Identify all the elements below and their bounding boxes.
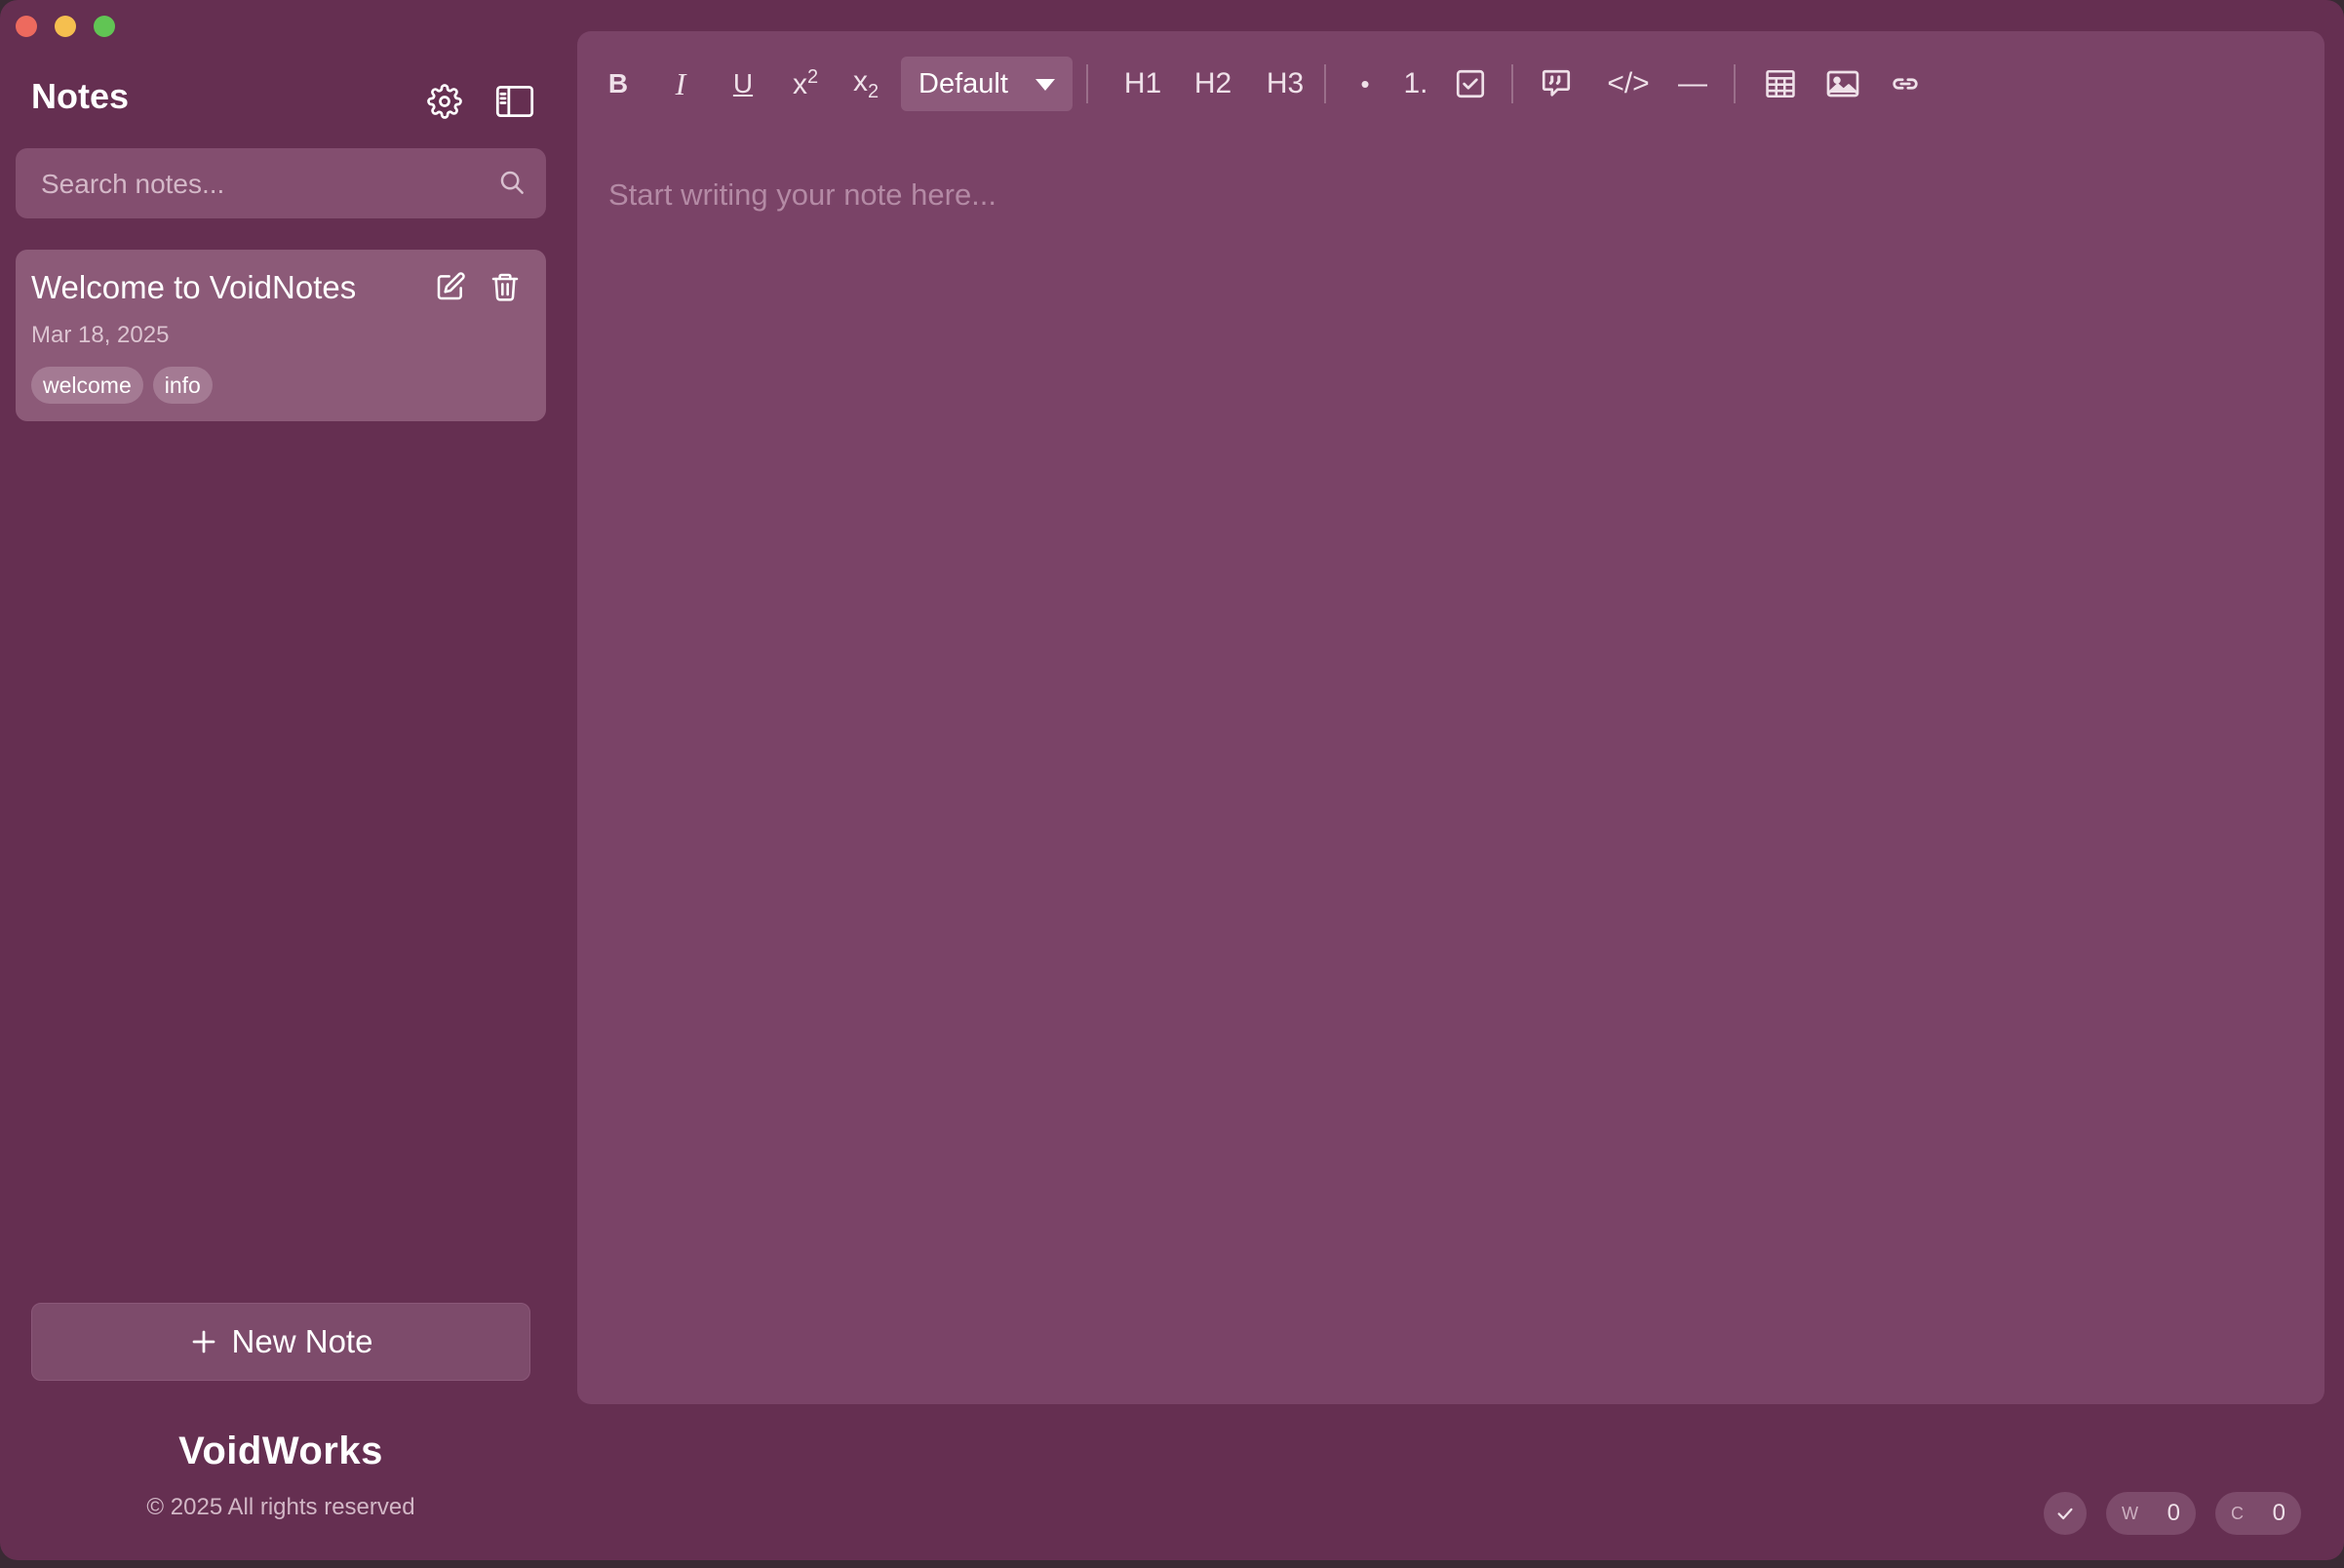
search-box: [16, 148, 546, 220]
code-block-button[interactable]: </>: [1599, 57, 1658, 111]
brand-name: VoidWorks: [178, 1430, 383, 1472]
saved-status-indicator: [2044, 1492, 2087, 1535]
delete-note-button[interactable]: [489, 271, 525, 306]
insert-link-button[interactable]: [1882, 57, 1929, 111]
note-tags: welcome info: [31, 367, 213, 404]
font-style-select[interactable]: Default: [901, 57, 1073, 111]
copyright-text: © 2025 All rights reserved: [146, 1494, 415, 1520]
character-count-value: 0: [2272, 1500, 2285, 1526]
note-list-item[interactable]: Welcome to VoidNotes Mar 18, 2025 welcom…: [16, 250, 546, 421]
settings-button[interactable]: [421, 78, 468, 125]
underline-button[interactable]: U: [723, 57, 762, 111]
chevron-down-icon: [1035, 79, 1055, 91]
tag-info[interactable]: info: [152, 367, 213, 404]
checkbox-icon: [1456, 69, 1485, 98]
subscript-button[interactable]: x2: [842, 57, 889, 111]
toolbar-divider: [1086, 64, 1088, 103]
word-count-label: W: [2122, 1503, 2138, 1523]
note-date: Mar 18, 2025: [31, 322, 170, 348]
formatting-toolbar: B I U x2 x2 Default H1 H2 H3 • 1. </> —: [577, 31, 2324, 133]
character-count: C 0: [2215, 1492, 2301, 1535]
editor-panel: B I U x2 x2 Default H1 H2 H3 • 1. </> — …: [577, 31, 2324, 1404]
search-input[interactable]: [39, 148, 472, 220]
insert-table-button[interactable]: [1757, 57, 1804, 111]
insert-image-button[interactable]: [1819, 57, 1866, 111]
ordered-list-button[interactable]: 1.: [1394, 57, 1437, 111]
quote-icon: [1542, 69, 1571, 97]
table-icon: [1766, 69, 1795, 98]
word-count: W 0: [2106, 1492, 2196, 1535]
edit-note-button[interactable]: [435, 271, 470, 306]
new-note-button[interactable]: New Note: [31, 1303, 530, 1381]
heading-2-button[interactable]: H2: [1186, 57, 1240, 111]
superscript-icon: x2: [792, 66, 819, 100]
checkmark-icon: [2057, 1508, 2073, 1520]
bullet-list-button[interactable]: •: [1348, 57, 1383, 111]
subscript-icon: x2: [852, 64, 879, 102]
new-note-label: New Note: [231, 1323, 373, 1359]
italic-button[interactable]: I: [661, 57, 700, 111]
toolbar-divider: [1511, 64, 1513, 103]
font-style-value: Default: [918, 67, 1008, 99]
sidebar: Notes Welcome to VoidNotes: [0, 0, 562, 1560]
sidebar-panel-icon: [495, 86, 534, 117]
blockquote-button[interactable]: [1533, 57, 1580, 111]
horizontal-rule-button[interactable]: —: [1673, 57, 1712, 111]
superscript-button[interactable]: x2: [782, 57, 829, 111]
character-count-label: C: [2231, 1503, 2244, 1523]
toolbar-divider: [1324, 64, 1326, 103]
bold-button[interactable]: B: [599, 57, 638, 111]
note-editor[interactable]: [608, 177, 2285, 1348]
link-icon: [1893, 78, 1918, 90]
checklist-button[interactable]: [1447, 57, 1494, 111]
word-count-value: 0: [2167, 1500, 2180, 1526]
sidebar-title: Notes: [31, 76, 130, 116]
image-icon: [1826, 70, 1859, 98]
heading-1-button[interactable]: H1: [1115, 57, 1170, 111]
plus-icon: [192, 1330, 215, 1353]
heading-3-button[interactable]: H3: [1258, 57, 1312, 111]
app-window: Notes Welcome to VoidNotes: [0, 0, 2344, 1560]
search-icon[interactable]: [497, 168, 527, 197]
trash-icon: [491, 273, 519, 301]
gear-icon: [427, 84, 462, 119]
toggle-sidebar-button[interactable]: [491, 78, 538, 125]
edit-icon: [437, 272, 465, 300]
toolbar-divider: [1734, 64, 1736, 103]
tag-welcome[interactable]: welcome: [31, 367, 143, 404]
note-title: Welcome to VoidNotes: [31, 269, 357, 305]
